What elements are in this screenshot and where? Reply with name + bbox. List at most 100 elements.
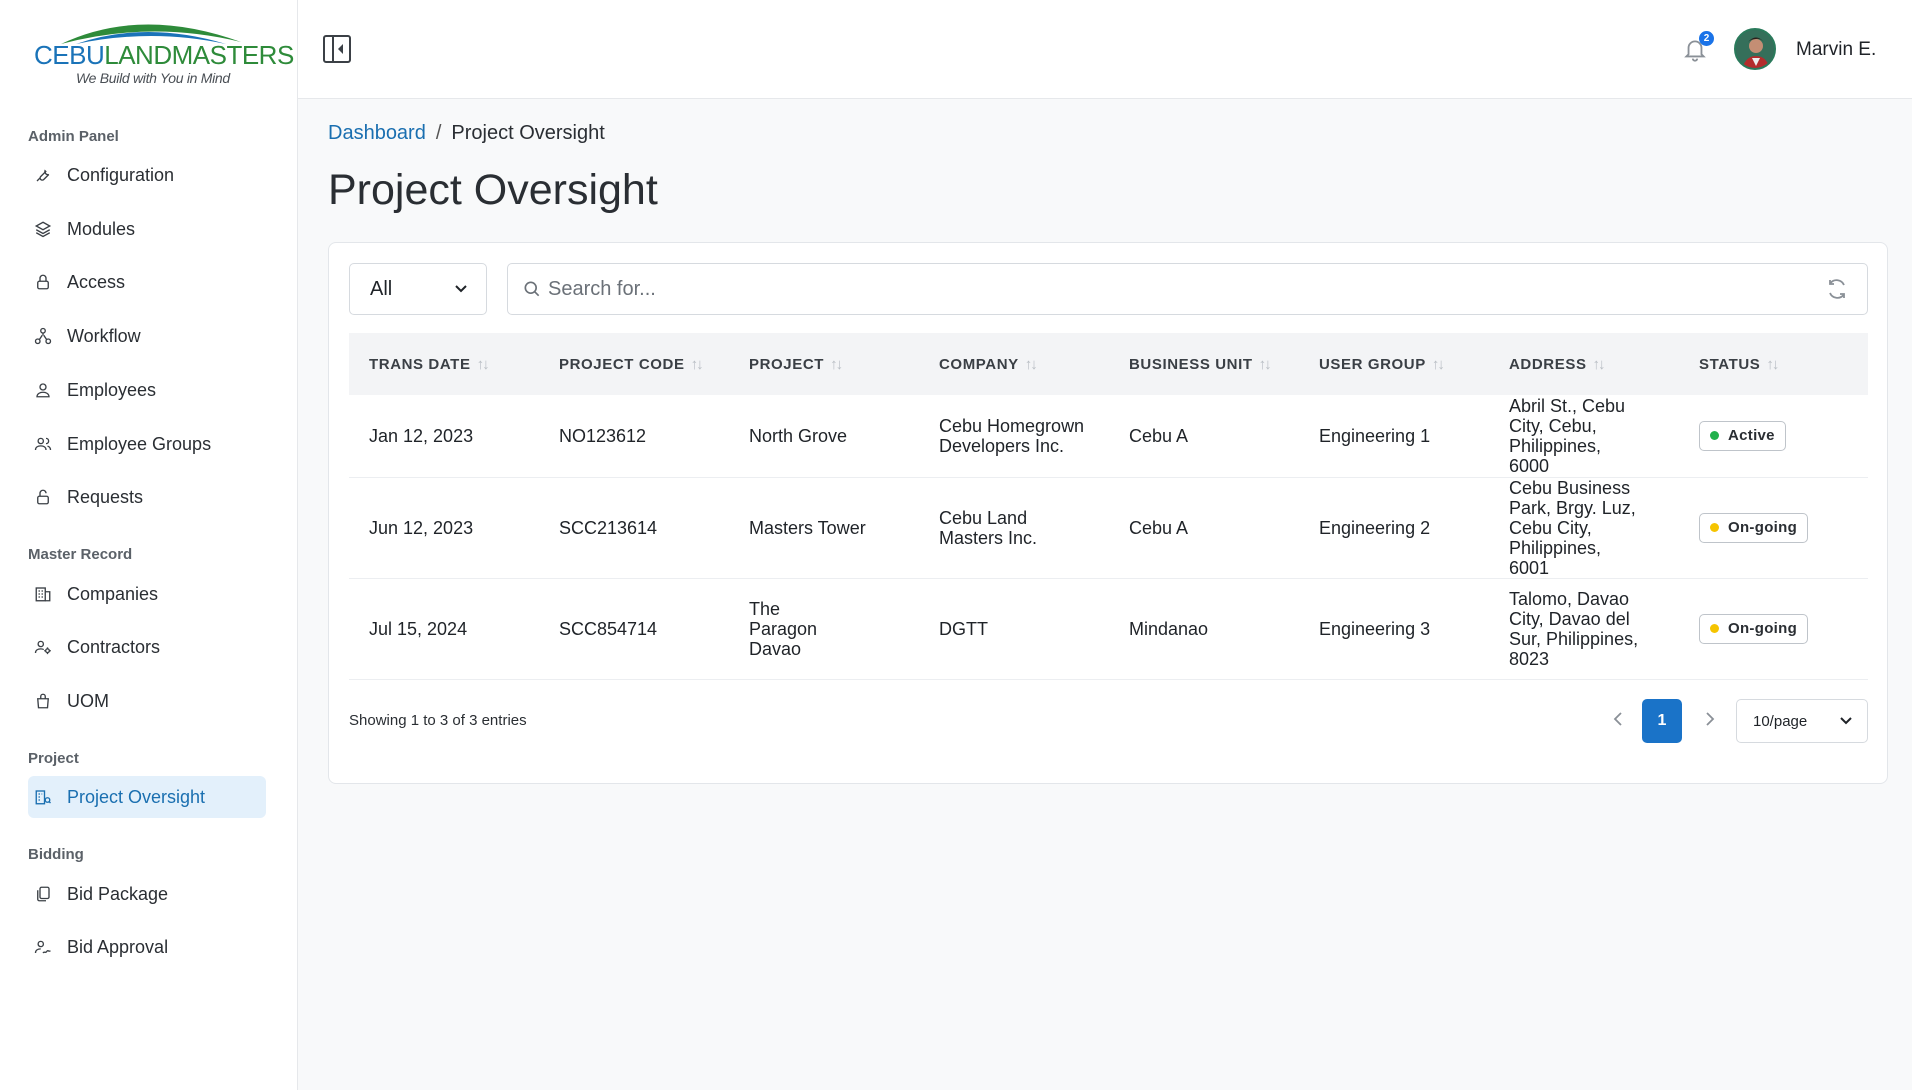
cell-project: Masters Tower xyxy=(749,517,866,538)
cell-user-group: Engineering 2 xyxy=(1319,517,1431,538)
cell-project: The Paragon Davao xyxy=(749,598,818,659)
bag-icon xyxy=(33,691,53,711)
chevron-right-icon xyxy=(1706,712,1715,726)
section-master-record: Master Record xyxy=(28,546,133,563)
section-bidding: Bidding xyxy=(28,846,84,863)
logo-wordmark: CEBULANDMASTERS xyxy=(34,40,294,70)
project-table-card: All TRANS DATE↑↓ PROJECT CODE↑↓ PROJECT↑… xyxy=(328,242,1888,784)
sidebar-item-label: UOM xyxy=(67,690,109,711)
column-header-company[interactable]: COMPANY ↑↓ xyxy=(919,333,1109,395)
sidebar-item-employee-groups[interactable]: Employee Groups xyxy=(28,423,266,465)
status-dot xyxy=(1710,431,1719,441)
sidebar-item-bid-approval[interactable]: Bid Approval xyxy=(28,926,266,968)
column-header-user-group[interactable]: USER GROUP ↑↓ xyxy=(1299,333,1489,395)
table-row[interactable]: Jan 12, 2023 NO123612 North Grove Cebu H… xyxy=(349,395,1868,477)
search-input[interactable] xyxy=(548,277,1825,301)
cell-trans-date: Jun 12, 2023 xyxy=(369,517,474,538)
user-sign-icon xyxy=(33,937,53,957)
cell-company: Cebu Homegrown Developers Inc. xyxy=(939,415,1085,456)
search-icon xyxy=(524,281,540,297)
status-filter-select[interactable]: All xyxy=(349,263,487,315)
layers-icon xyxy=(33,219,53,239)
section-project: Project xyxy=(28,750,79,767)
sidebar-item-label: Contractors xyxy=(67,636,161,657)
status-badge: On-going xyxy=(1699,512,1809,543)
company-logo[interactable]: CEBULANDMASTERS We Build with You in Min… xyxy=(32,14,294,86)
table-row[interactable]: Jul 15, 2024 SCC854714 The Paragon Davao… xyxy=(349,578,1868,679)
next-page-button[interactable] xyxy=(1697,707,1721,731)
wrench-icon xyxy=(33,165,53,185)
cell-business-unit: Mindanao xyxy=(1129,618,1209,639)
sort-icon: ↑↓ xyxy=(1592,355,1606,373)
search-box xyxy=(507,263,1868,315)
sidebar-collapse-icon xyxy=(323,35,351,63)
breadcrumb-dashboard-link[interactable]: Dashboard xyxy=(328,122,426,145)
sidebar-item-label: Configuration xyxy=(67,164,175,185)
cell-project-code: NO123612 xyxy=(559,425,647,446)
sort-icon: ↑↓ xyxy=(1258,355,1272,373)
section-admin-panel: Admin Panel xyxy=(28,128,119,145)
cell-address: Talomo, Davao City, Davao del Sur, Phili… xyxy=(1509,588,1639,669)
sidebar-item-modules[interactable]: Modules xyxy=(28,208,266,250)
sidebar-item-label: Requests xyxy=(67,486,144,507)
cell-address: Abril St., Cebu City, Cebu, Philippines,… xyxy=(1509,395,1626,476)
sidebar-item-contractors[interactable]: Contractors xyxy=(28,626,266,668)
topbar: 2 Marvin E. xyxy=(298,0,1912,99)
cell-status: Active xyxy=(1679,395,1868,477)
sort-icon: ↑↓ xyxy=(1766,355,1779,373)
cell-status: On-going xyxy=(1679,477,1868,578)
status-badge: On-going xyxy=(1699,613,1809,644)
user-icon xyxy=(33,380,53,400)
cell-user-group: Engineering 3 xyxy=(1319,618,1431,639)
cell-trans-date: Jan 12, 2023 xyxy=(369,425,474,446)
chevron-left-icon xyxy=(1613,712,1622,726)
pagination-info: Showing 1 to 3 of 3 entries xyxy=(349,712,527,729)
copy-icon xyxy=(33,884,53,904)
sidebar-item-companies[interactable]: Companies xyxy=(28,573,266,615)
table-row[interactable]: Jun 12, 2023 SCC213614 Masters Tower Ceb… xyxy=(349,477,1868,578)
avatar[interactable] xyxy=(1734,28,1776,70)
cell-project-code: SCC854714 xyxy=(559,618,658,639)
page-title: Project Oversight xyxy=(328,166,658,214)
status-badge: Active xyxy=(1699,420,1786,451)
refresh-icon[interactable] xyxy=(1825,277,1849,301)
column-header-project[interactable]: PROJECT ↑↓ xyxy=(729,333,919,395)
status-dot xyxy=(1710,523,1719,532)
sidebar-item-uom[interactable]: UOM xyxy=(28,680,266,722)
cell-status: On-going xyxy=(1679,578,1868,679)
sort-icon: ↑↓ xyxy=(1431,355,1445,373)
page-size-select[interactable]: 10/page xyxy=(1736,699,1868,743)
column-header-trans-date[interactable]: TRANS DATE ↑↓ xyxy=(349,333,539,395)
column-header-status[interactable]: STATUS ↑↓ xyxy=(1679,333,1868,395)
sidebar-item-label: Modules xyxy=(67,218,136,239)
sidebar: CEBULANDMASTERS We Build with You in Min… xyxy=(0,0,298,1090)
column-header-project-code[interactable]: PROJECT CODE ↑↓ xyxy=(539,333,729,395)
projects-table: TRANS DATE ↑↓ PROJECT CODE ↑↓ PROJECT ↑↓ CO… xyxy=(349,333,1868,680)
column-header-business-unit[interactable]: BUSINESS UNIT ↑↓ xyxy=(1109,333,1299,395)
breadcrumb-current: Project Oversight xyxy=(451,122,605,144)
page-button-1[interactable]: 1 xyxy=(1642,699,1682,743)
sidebar-item-label: Project Oversight xyxy=(67,786,206,807)
sidebar-item-configuration[interactable]: Configuration xyxy=(28,154,266,196)
logo-tagline: We Build with You in Mind xyxy=(76,70,230,86)
table-header-row: TRANS DATE ↑↓ PROJECT CODE ↑↓ PROJECT ↑↓ CO… xyxy=(349,333,1868,395)
chevron-down-icon xyxy=(1840,717,1852,725)
sidebar-item-workflow[interactable]: Workflow xyxy=(28,315,266,357)
sidebar-item-project-oversight[interactable]: Project Oversight xyxy=(28,776,266,818)
lock-icon xyxy=(33,272,53,292)
breadcrumb-separator: / xyxy=(435,122,442,144)
sidebar-item-label: Employees xyxy=(67,379,157,400)
sidebar-item-bid-package[interactable]: Bid Package xyxy=(28,873,266,915)
column-header-address[interactable]: ADDRESS ↑↓ xyxy=(1489,333,1679,395)
sidebar-toggle-button[interactable] xyxy=(322,34,352,64)
sidebar-item-requests[interactable]: Requests xyxy=(28,476,266,518)
sidebar-item-employees[interactable]: Employees xyxy=(28,369,266,411)
prev-page-button[interactable] xyxy=(1607,707,1631,731)
sidebar-item-label: Workflow xyxy=(67,325,141,346)
sidebar-item-access[interactable]: Access xyxy=(28,261,266,303)
sidebar-item-label: Companies xyxy=(67,583,159,604)
sidebar-item-label: Bid Package xyxy=(67,883,169,904)
user-name[interactable]: Marvin E. xyxy=(1796,39,1876,61)
users-icon xyxy=(33,434,53,454)
sort-icon: ↑↓ xyxy=(690,355,704,373)
